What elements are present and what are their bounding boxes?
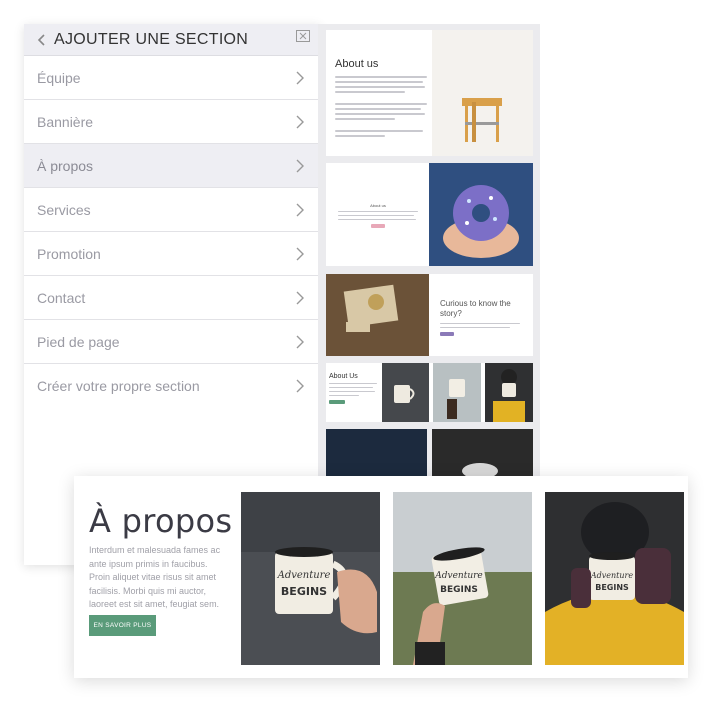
preview-card-about-1[interactable]: About us (326, 30, 533, 156)
svg-text:Adventure: Adventure (277, 570, 331, 581)
learn-more-button[interactable]: EN SAVOIR PLUS (89, 615, 156, 636)
close-icon[interactable] (296, 30, 310, 42)
preview-card-about-4[interactable]: About Us (326, 363, 533, 422)
section-item[interactable]: À propos (24, 144, 320, 188)
section-item[interactable]: Contact (24, 276, 320, 320)
mug-photo-1: Adventure BEGINS (241, 492, 380, 665)
chevron-right-icon (296, 247, 304, 260)
section-body: Interdum et malesuada fames ac ante ipsu… (89, 545, 221, 609)
preview-text: About us (338, 203, 418, 228)
preview-heading: About us (370, 203, 386, 208)
svg-text:BEGINS: BEGINS (281, 585, 327, 598)
preview-heading: About us (335, 58, 379, 70)
chair-image (432, 30, 533, 156)
preview-heading: Curious to know the story? (440, 299, 511, 318)
chevron-right-icon (296, 335, 304, 348)
preview-text: About us (335, 58, 431, 140)
mug-thumb-1 (382, 363, 429, 422)
mug-photo-3: Adventure BEGINS (545, 492, 684, 665)
chevron-right-icon (296, 291, 304, 304)
panel-title: AJOUTER UNE SECTION (54, 30, 249, 48)
section-item-label: À propos (37, 157, 94, 174)
chevron-right-icon (296, 379, 304, 393)
chevron-left-icon[interactable] (36, 33, 48, 47)
chevron-right-icon (296, 203, 304, 216)
chevron-right-icon (296, 159, 304, 172)
svg-text:Adventure: Adventure (434, 571, 483, 581)
mug-thumb-2 (433, 363, 481, 422)
section-item[interactable]: Équipe (24, 56, 320, 100)
svg-text:Adventure: Adventure (590, 571, 633, 580)
section-item[interactable]: Bannière (24, 100, 320, 144)
preview-card-about-3[interactable]: Curious to know the story? (326, 274, 533, 356)
mug-thumb-3 (485, 363, 533, 422)
crafts-image (326, 274, 429, 356)
section-menu: Équipe Bannière À propos Services Promotion C… (24, 56, 320, 408)
section-item[interactable]: Services (24, 188, 320, 232)
svg-text:BEGINS: BEGINS (595, 583, 629, 592)
section-item-label: Services (37, 201, 91, 218)
section-item-label: Promotion (37, 245, 101, 262)
stage: AJOUTER UNE SECTION Équipe Bannière À prop… (0, 0, 720, 720)
chevron-right-icon (296, 115, 304, 128)
preview-heading: About Us (329, 373, 358, 380)
section-item[interactable]: Créer votre propre section (24, 364, 320, 408)
section-item-label: Créer votre propre section (37, 378, 200, 394)
section-item[interactable]: Pied de page (24, 320, 320, 364)
section-title: À propos (89, 502, 233, 540)
section-item-label: Contact (37, 289, 86, 306)
preview-text: About Us (329, 373, 379, 404)
preview-text: Curious to know the story? (440, 299, 526, 336)
section-item[interactable]: Promotion (24, 232, 320, 276)
panel-header: AJOUTER UNE SECTION (24, 24, 320, 56)
about-section-preview: À propos Interdum et malesuada fames ac … (74, 476, 688, 678)
preview-card-about-2[interactable]: About us (326, 163, 533, 266)
chevron-right-icon (296, 71, 304, 84)
section-item-label: Équipe (37, 69, 81, 86)
donut-image (429, 163, 533, 266)
section-item-label: Bannière (37, 113, 94, 130)
section-item-label: Pied de page (37, 333, 120, 350)
mug-photo-2: Adventure BEGINS (393, 492, 532, 665)
svg-text:BEGINS: BEGINS (440, 585, 478, 595)
preview-column: About us About us Curious to know the st… (318, 24, 540, 484)
